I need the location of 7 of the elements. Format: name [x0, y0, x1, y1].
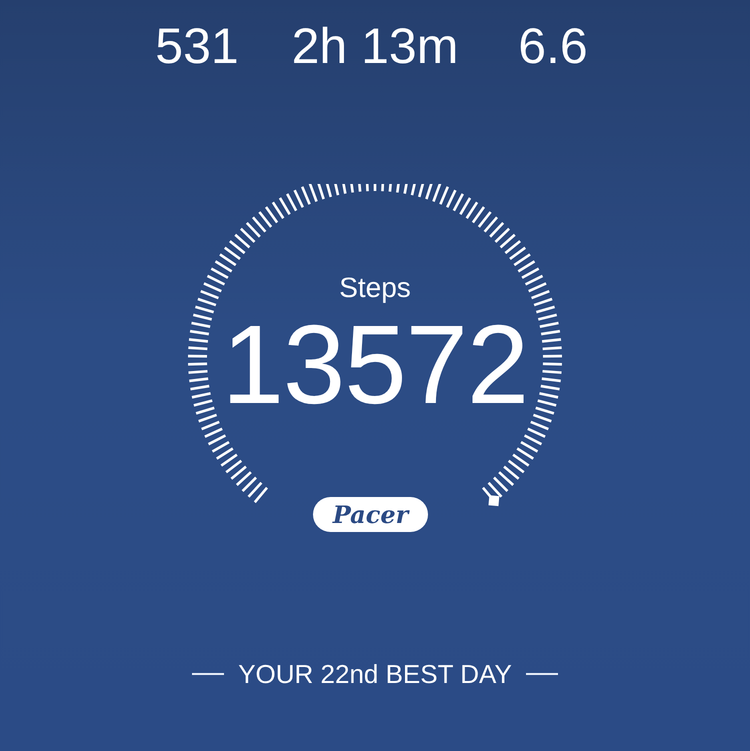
steps-count: 13572 [222, 310, 528, 420]
stat-value: 531 [154, 18, 240, 74]
stat-value: 2h 13m [290, 18, 460, 74]
stat-value: 6.6 [517, 18, 589, 74]
best-day-text: YOUR 22nd BEST DAY [238, 659, 512, 689]
steps-label: Steps [339, 272, 411, 304]
pacer-logo: Pacer [313, 497, 428, 532]
